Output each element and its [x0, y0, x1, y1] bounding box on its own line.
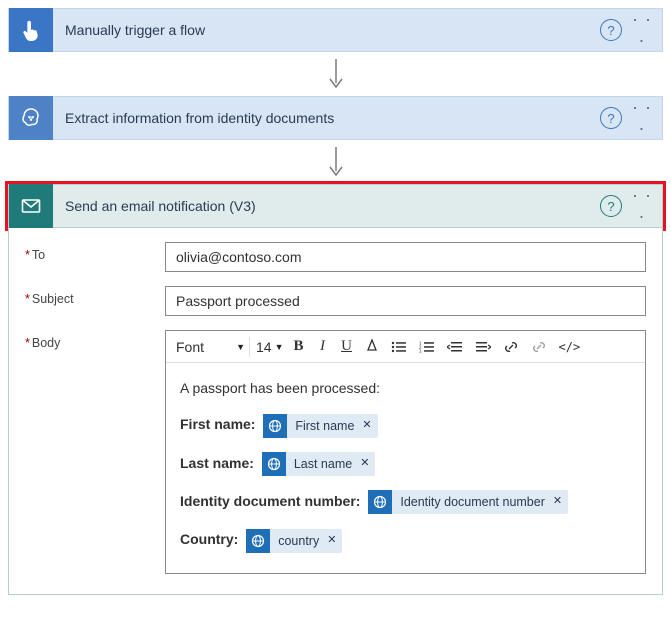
token-remove-icon[interactable]: ✕ — [362, 417, 371, 435]
connector-arrow — [8, 52, 663, 96]
font-select[interactable]: Font▼ — [172, 337, 250, 357]
touch-icon — [9, 8, 53, 52]
step-send-email[interactable]: Send an email notification (V3) ? · · · — [8, 184, 663, 228]
field-label: *Body — [25, 330, 165, 350]
dynamic-token[interactable]: First name ✕ — [263, 414, 377, 438]
body-content[interactable]: A passport has been processed: First nam… — [166, 363, 645, 573]
code-view-button[interactable]: </> — [554, 337, 586, 357]
body-intro: A passport has been processed: — [180, 377, 631, 399]
indent-button[interactable] — [470, 337, 496, 357]
step-title: Send an email notification (V3) — [53, 198, 600, 214]
field-label: *To — [25, 242, 165, 262]
token-remove-icon[interactable]: ✕ — [553, 493, 562, 511]
token-icon — [368, 490, 392, 514]
body-line: Identity document number: Identity docum… — [180, 490, 631, 514]
help-icon[interactable]: ? — [600, 19, 622, 41]
editor-toolbar: Font▼ 14▼ B I U 123 </> — [166, 331, 645, 363]
dynamic-token[interactable]: country ✕ — [246, 529, 342, 553]
color-button[interactable] — [360, 336, 384, 358]
mail-icon — [9, 184, 53, 228]
more-icon[interactable]: · · · — [628, 97, 662, 139]
to-input[interactable] — [165, 242, 646, 272]
body-line: Last name: Last name ✕ — [180, 452, 631, 476]
field-to: *To — [25, 242, 646, 272]
body-line: Country: country ✕ — [180, 528, 631, 552]
number-list-button[interactable]: 123 — [414, 337, 440, 357]
font-size-select[interactable]: 14▼ — [254, 337, 286, 357]
field-label: *Subject — [25, 286, 165, 306]
dynamic-token[interactable]: Identity document number ✕ — [368, 490, 568, 514]
bold-button[interactable]: B — [288, 335, 310, 358]
svg-text:3: 3 — [419, 350, 422, 354]
body-editor: Font▼ 14▼ B I U 123 </> A passport has b… — [165, 330, 646, 574]
token-remove-icon[interactable]: ✕ — [360, 455, 369, 473]
step-extract-id-docs[interactable]: Extract information from identity docume… — [8, 96, 663, 140]
step-highlight-frame: Send an email notification (V3) ? · · · — [5, 181, 666, 231]
email-form-panel: *To *Subject *Body Font▼ 14▼ B I U 123 <… — [8, 228, 663, 595]
outdent-button[interactable] — [442, 337, 468, 357]
field-body: *Body Font▼ 14▼ B I U 123 </> A passport… — [25, 330, 646, 574]
token-icon — [263, 414, 287, 438]
body-line: First name: First name ✕ — [180, 413, 631, 437]
connector-arrow — [8, 140, 663, 184]
italic-button[interactable]: I — [312, 335, 334, 358]
step-title: Extract information from identity docume… — [53, 110, 600, 126]
underline-button[interactable]: U — [336, 335, 358, 358]
field-subject: *Subject — [25, 286, 646, 316]
dynamic-token[interactable]: Last name ✕ — [262, 452, 376, 476]
more-icon[interactable]: · · · — [628, 185, 662, 227]
token-remove-icon[interactable]: ✕ — [327, 532, 336, 550]
help-icon[interactable]: ? — [600, 107, 622, 129]
step-manual-trigger[interactable]: Manually trigger a flow ? · · · — [8, 8, 663, 52]
help-icon[interactable]: ? — [600, 195, 622, 217]
bullet-list-button[interactable] — [386, 337, 412, 357]
link-button[interactable] — [498, 336, 524, 358]
token-icon — [246, 529, 270, 553]
subject-input[interactable] — [165, 286, 646, 316]
unlink-button[interactable] — [526, 336, 552, 358]
step-title: Manually trigger a flow — [53, 22, 600, 38]
more-icon[interactable]: · · · — [628, 9, 662, 51]
token-icon — [262, 452, 286, 476]
cognitive-icon — [9, 96, 53, 140]
